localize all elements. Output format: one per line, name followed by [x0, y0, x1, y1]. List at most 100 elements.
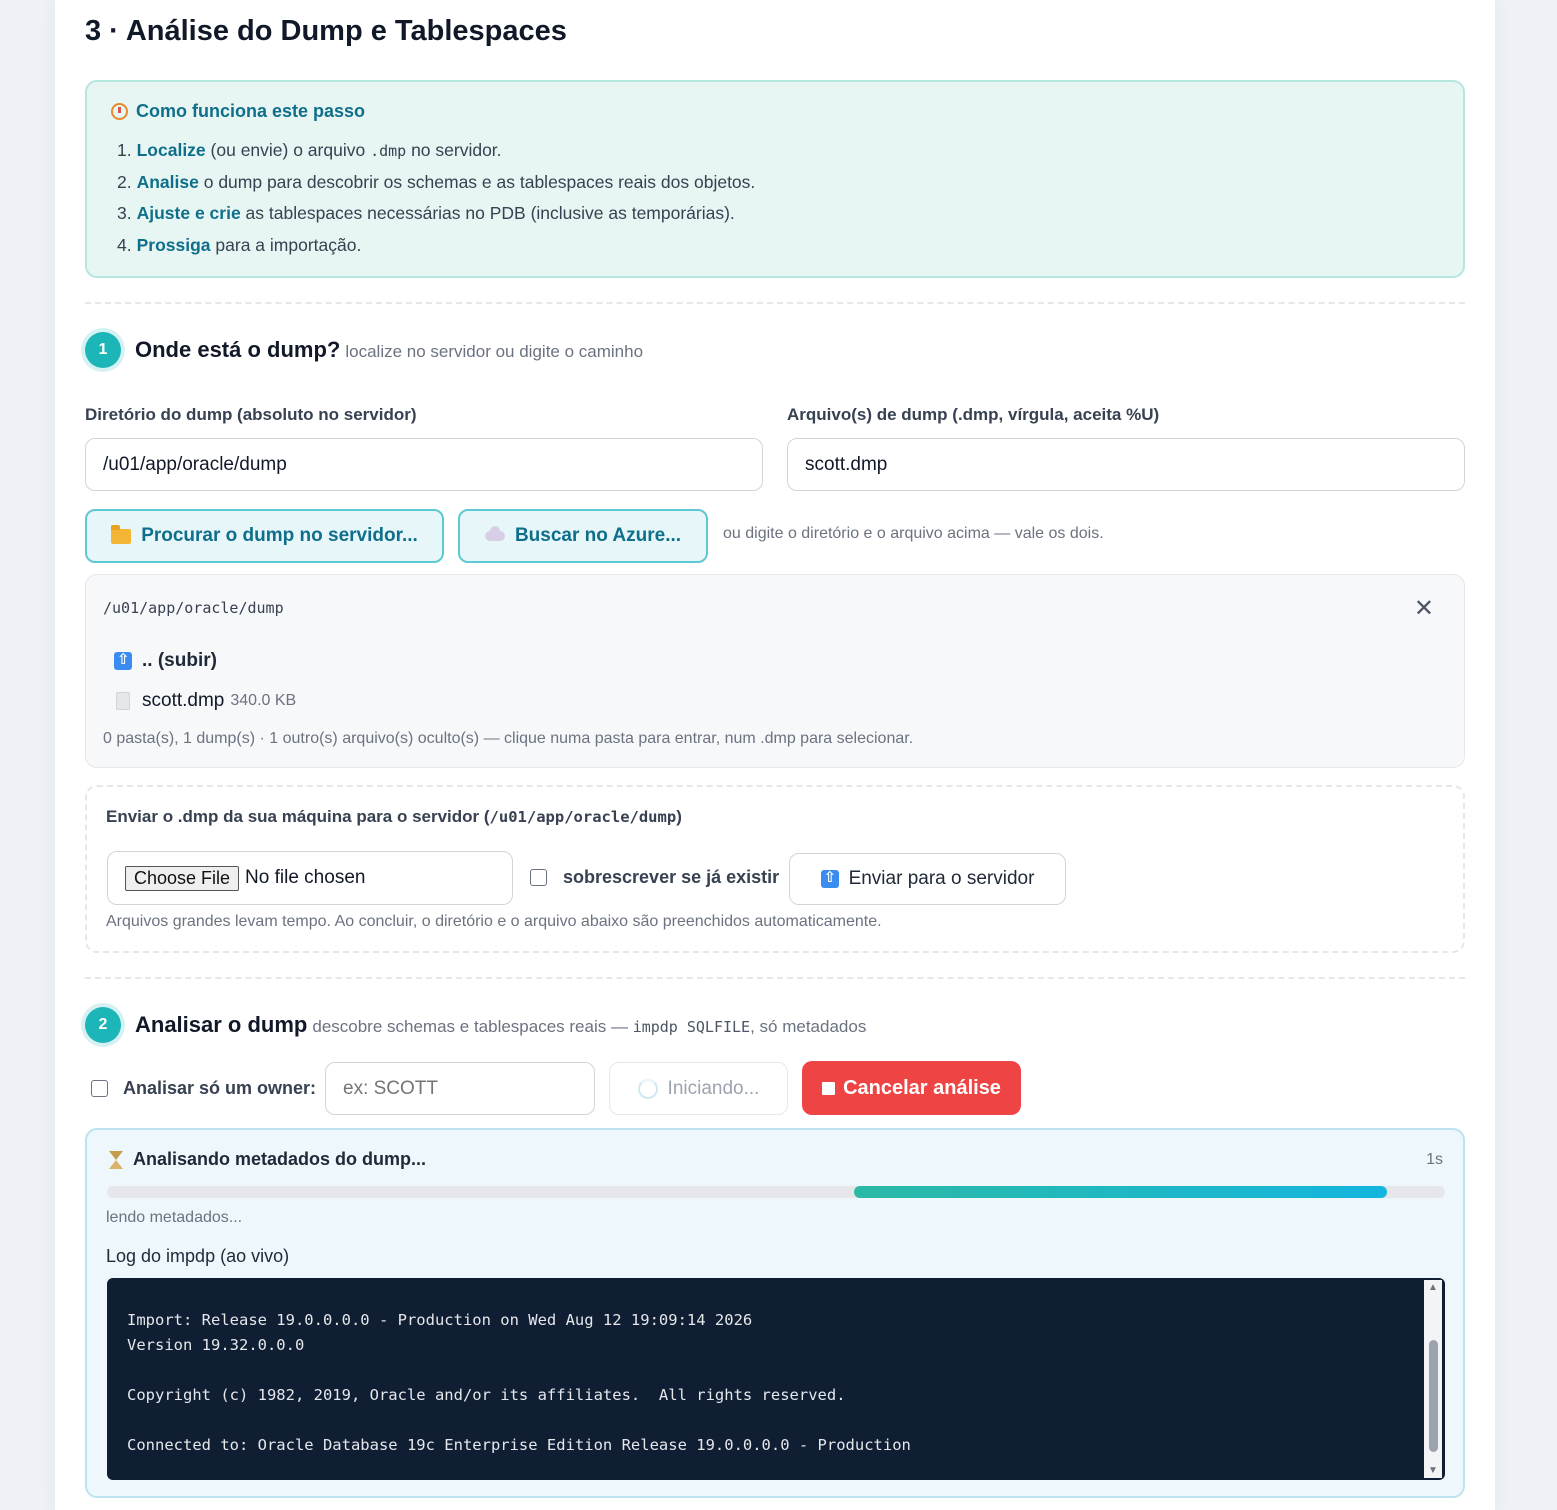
log-label: Log do impdp (ao vivo) — [106, 1246, 290, 1266]
step2-subtitle-end: , só metadados — [750, 1017, 867, 1036]
info-step-number: 3. — [117, 203, 132, 223]
progress-status: lendo metadados... — [106, 1209, 243, 1226]
owner-input[interactable] — [325, 1062, 595, 1115]
info-step-text: as tablespaces necessárias no PDB (inclu… — [240, 203, 735, 223]
hourglass-icon — [109, 1150, 123, 1169]
azure-search-label: Buscar no Azure... — [514, 525, 682, 546]
log-line: Copyright (c) 1982, 2019, Oracle and/or … — [127, 1386, 846, 1404]
upload-title: Enviar o .dmp da sua máquina para o serv… — [106, 807, 682, 827]
send-to-server-label: Enviar para o servidor — [848, 868, 1035, 889]
progress-bar-fill — [853, 1186, 1388, 1198]
send-to-server-button[interactable]: Enviar para o servidor — [789, 853, 1066, 905]
owner-filter-option[interactable]: Analisar só um owner: — [91, 1078, 316, 1099]
info-step-number: 2. — [117, 171, 132, 192]
step1-badge: 1 — [85, 332, 121, 368]
close-icon[interactable]: ✕ — [1414, 597, 1434, 621]
owner-filter-label: Analisar só um owner: — [123, 1078, 317, 1098]
elapsed-time: 1s — [1426, 1151, 1443, 1168]
starting-label: Iniciando... — [667, 1077, 760, 1099]
step-card: 3 · Análise do Dump e Tablespaces Como f… — [55, 0, 1495, 1510]
log-scrollbar[interactable]: ▲ ▼ — [1424, 1280, 1442, 1478]
step1-header: 1 Onde está o dump? localize no servidor … — [85, 332, 643, 368]
log-line: Import: Release 19.0.0.0.0 - Production … — [127, 1311, 753, 1329]
log-line: Connected to: Oracle Database 19c Enterp… — [127, 1436, 911, 1454]
info-step: 2. Analise o dump para descobrir os schem… — [117, 170, 755, 202]
browser-up-label: .. (subir) — [142, 650, 217, 671]
progress-title: Analisando metadados do dump... — [133, 1149, 427, 1169]
file-picker[interactable]: Choose File No file chosen — [107, 851, 513, 905]
info-step: 3. Ajuste e crie as tablespaces necessári… — [117, 201, 755, 233]
cancel-analysis-button[interactable]: Cancelar análise — [802, 1061, 1021, 1115]
log-output: Import: Release 19.0.0.0.0 - Production … — [127, 1308, 911, 1458]
overwrite-label: sobrescrever se já existir — [563, 867, 780, 887]
info-step-text: para a importação. — [210, 234, 362, 255]
info-step-keyword: Prossiga — [136, 234, 211, 255]
info-step-number: 1. — [117, 140, 132, 160]
info-title-text: Como funciona este passo — [136, 101, 366, 121]
section-divider — [85, 302, 1465, 304]
cloud-icon — [484, 526, 505, 541]
dump-file-input[interactable]: scott.dmp — [787, 438, 1465, 491]
folder-icon — [111, 524, 132, 544]
browser-summary: 0 pasta(s), 1 dump(s) · 1 outro(s) arqui… — [103, 730, 914, 747]
info-steps-list: 1. Localize (ou envie) o arquivo .dmp no … — [117, 138, 755, 264]
analysis-progress-panel: Analisando metadados do dump... 1s lendo… — [85, 1128, 1465, 1498]
choose-file-button[interactable]: Choose File — [125, 865, 240, 891]
path-hint: ou digite o diretório e o arquivo acima … — [723, 525, 1104, 542]
browser-file-size: 340.0 KB — [230, 692, 297, 709]
upload-title-suffix: ) — [676, 807, 682, 826]
step2-title-text: Analisar o dump — [135, 1012, 308, 1037]
info-step-code: .dmp — [370, 142, 407, 160]
step2-title: Analisar o dump descobre schemas e tables… — [135, 1012, 866, 1038]
log-line: Version 19.32.0.0.0 — [127, 1336, 305, 1354]
info-step-keyword: Analise — [136, 171, 199, 192]
info-step-keyword: Localize — [136, 140, 206, 160]
dump-file-label: Arquivo(s) de dump (.dmp, vírgula, aceit… — [787, 405, 1160, 424]
dump-dir-input[interactable]: /u01/app/oracle/dump — [85, 438, 763, 491]
starting-button[interactable]: Iniciando... — [609, 1062, 788, 1115]
info-step-number: 4. — [117, 234, 132, 255]
browser-current-path: /u01/app/oracle/dump — [103, 599, 284, 617]
upload-panel: Enviar o .dmp da sua máquina para o serv… — [85, 785, 1465, 953]
page-title: 3 · Análise do Dump e Tablespaces — [85, 15, 567, 47]
stop-icon — [822, 1081, 836, 1095]
overwrite-checkbox[interactable] — [530, 869, 547, 886]
owner-filter-checkbox[interactable] — [91, 1080, 108, 1097]
step2-subtitle: descobre schemas e tablespaces reais — — [312, 1017, 633, 1036]
file-browser-panel: /u01/app/oracle/dump ✕ .. (subir) scott.… — [85, 574, 1465, 768]
step1-title-text: Onde está o dump? — [135, 337, 341, 362]
overwrite-option[interactable]: sobrescrever se já existir — [530, 867, 779, 888]
upload-note: Arquivos grandes levam tempo. Ao conclui… — [106, 913, 882, 930]
azure-search-button[interactable]: Buscar no Azure... — [458, 509, 708, 563]
upload-title-path: /u01/app/oracle/dump — [489, 808, 677, 826]
info-step-text: o dump para descobrir os schemas e as ta… — [198, 171, 756, 192]
section-divider — [85, 977, 1465, 979]
browse-server-button[interactable]: Procurar o dump no servidor... — [85, 509, 444, 563]
arrow-up-icon — [820, 868, 839, 888]
info-step-text: (ou envie) o arquivo — [205, 140, 371, 160]
info-box: Como funciona este passo 1. Localize (ou … — [85, 80, 1465, 278]
browser-up-item[interactable]: .. (subir) — [114, 650, 217, 672]
step2-subtitle-code: impdp SQLFILE — [632, 1018, 751, 1036]
info-step: 4. Prossiga para a importação. — [117, 233, 755, 265]
scroll-down-icon[interactable]: ▼ — [1428, 1465, 1438, 1476]
cancel-analysis-label: Cancelar análise — [843, 1076, 1001, 1099]
impdp-log-console[interactable]: Import: Release 19.0.0.0.0 - Production … — [107, 1278, 1445, 1480]
info-step-keyword: Ajuste e crie — [136, 203, 241, 223]
info-step: 1. Localize (ou envie) o arquivo .dmp no … — [117, 138, 755, 170]
browser-file-item[interactable]: scott.dmp 340.0 KB — [116, 690, 296, 712]
step1-subtitle: localize no servidor ou digite o caminho — [345, 342, 644, 361]
scroll-up-icon[interactable]: ▲ — [1428, 1282, 1438, 1293]
info-step-text: no servidor. — [406, 140, 502, 160]
progress-header: Analisando metadados do dump... — [109, 1149, 426, 1170]
upload-title-prefix: Enviar o .dmp da sua máquina para o serv… — [106, 807, 490, 826]
dump-dir-label: Diretório do dump (absoluto no servidor) — [85, 405, 417, 424]
scroll-thumb[interactable] — [1429, 1340, 1438, 1452]
compass-icon — [111, 103, 128, 120]
browser-file-name: scott.dmp — [142, 690, 225, 711]
step2-header: 2 Analisar o dump descobre schemas e tabl… — [85, 1007, 866, 1043]
progress-bar — [107, 1186, 1445, 1198]
step2-badge: 2 — [85, 1007, 121, 1043]
